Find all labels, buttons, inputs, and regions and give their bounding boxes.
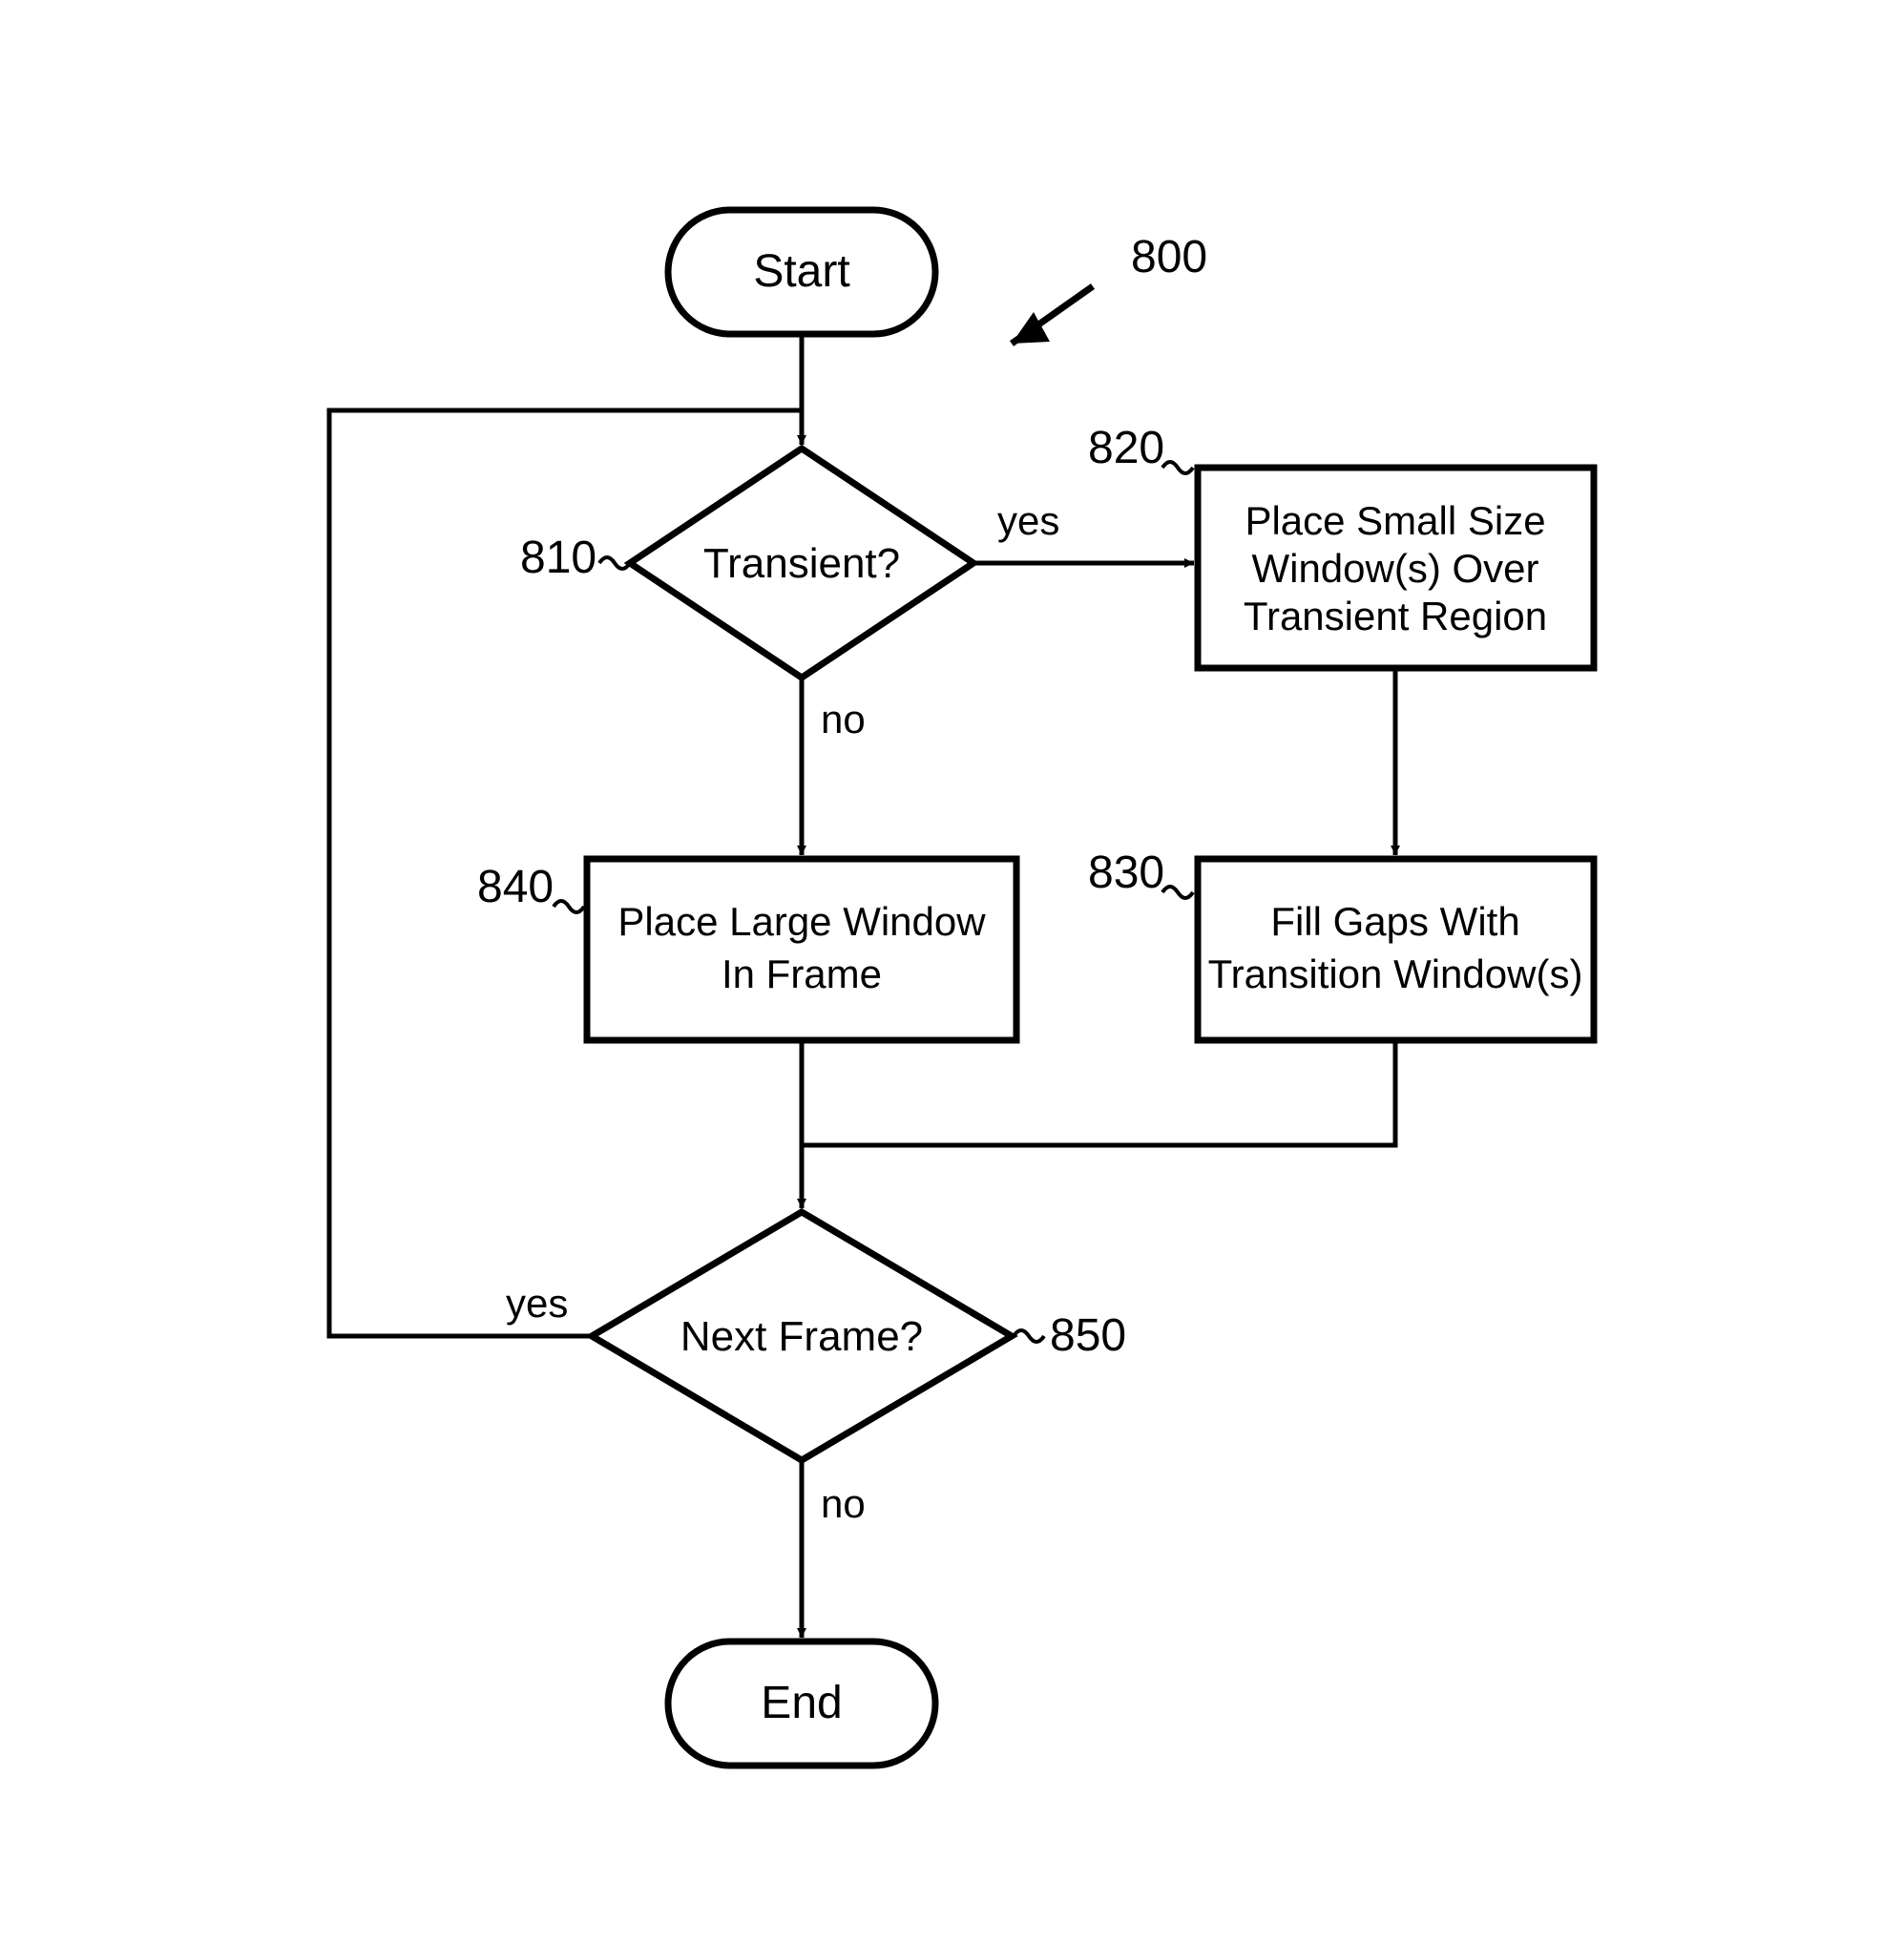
transient-label: Transient? [703, 540, 900, 587]
large-window-l1: Place Large Window [617, 899, 986, 944]
end-node: End [668, 1641, 935, 1766]
small-window-box: Place Small Size Window(s) Over Transien… [1198, 468, 1594, 668]
nextframe-label: Next Frame? [680, 1313, 923, 1360]
small-window-l1: Place Small Size [1245, 498, 1545, 543]
ref-830: 830 [1088, 847, 1193, 898]
start-node: Start [668, 210, 935, 334]
ref-810: 810 [520, 533, 630, 583]
end-label: End [761, 1678, 842, 1728]
edge-transient-yes-label: yes [997, 498, 1059, 543]
start-label: Start [753, 246, 849, 297]
ref-850: 850 [1014, 1310, 1126, 1361]
ref-840-label: 840 [477, 862, 554, 912]
large-window-l2: In Frame [722, 951, 882, 996]
fill-gaps-l1: Fill Gaps With [1270, 899, 1519, 944]
large-window-box: Place Large Window In Frame [587, 859, 1016, 1040]
ref-800-label: 800 [1131, 232, 1207, 282]
edge-nextframe-no-label: no [821, 1481, 866, 1526]
small-window-l3: Transient Region [1244, 594, 1547, 638]
small-window-l2: Window(s) Over [1251, 546, 1538, 591]
ref-820: 820 [1088, 423, 1193, 473]
edge-transient-no-label: no [821, 697, 866, 742]
edge-fill-to-join [802, 1040, 1395, 1145]
ref-840: 840 [477, 862, 584, 912]
fill-gaps-l2: Transition Window(s) [1208, 951, 1583, 996]
ref-800-pointer: 800 [1012, 232, 1207, 344]
edge-nextframe-yes-label: yes [506, 1281, 568, 1326]
ref-830-label: 830 [1088, 847, 1164, 898]
nextframe-decision: Next Frame? [592, 1212, 1012, 1460]
transient-decision: Transient? [630, 449, 973, 678]
ref-820-label: 820 [1088, 423, 1164, 473]
ref-850-label: 850 [1050, 1310, 1126, 1361]
flowchart-diagram: Start 800 Transient? 810 Place Small Siz… [0, 0, 1904, 1944]
fill-gaps-box: Fill Gaps With Transition Window(s) [1198, 859, 1594, 1040]
ref-810-label: 810 [520, 533, 596, 583]
